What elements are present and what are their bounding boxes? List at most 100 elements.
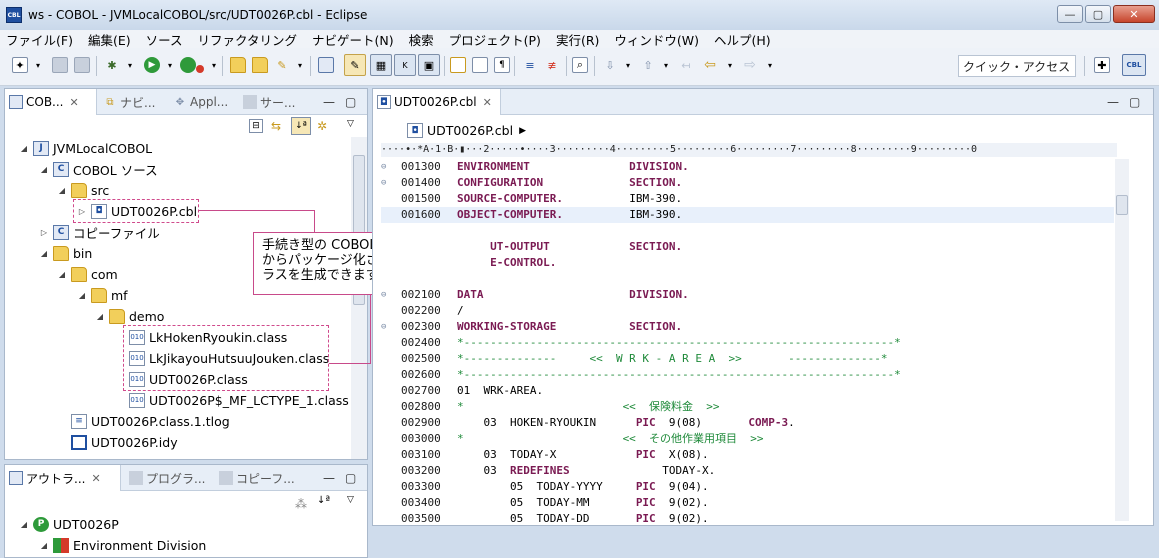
explorer-scrollbar[interactable] bbox=[351, 137, 367, 459]
maximize-view-icon[interactable]: ▢ bbox=[345, 95, 356, 109]
cobol-perspective-icon[interactable]: CBL bbox=[1122, 54, 1146, 76]
save-all-icon[interactable] bbox=[74, 57, 90, 73]
tab-program[interactable]: プログラ... bbox=[125, 465, 205, 491]
back-dropdown-icon[interactable]: ▾ bbox=[722, 57, 738, 73]
tree-item-project[interactable]: ◢ J JVMLocalCOBOL bbox=[19, 138, 152, 158]
tree-item-bin[interactable]: ◢ bin bbox=[39, 243, 92, 263]
menu-project[interactable]: プロジェクト(P) bbox=[449, 30, 541, 49]
expand-icon[interactable]: ◢ bbox=[57, 186, 67, 195]
code-line[interactable]: 003200 03 REDEFINES TODAY-X. bbox=[381, 463, 1114, 479]
close-icon[interactable]: ✕ bbox=[91, 472, 100, 485]
code-line[interactable] bbox=[381, 271, 1114, 287]
menu-search[interactable]: 検索 bbox=[409, 30, 434, 49]
tree-item-mf[interactable]: ◢ mf bbox=[77, 285, 128, 305]
code-line[interactable]: ⊖ 002100 DATA DIVISION. bbox=[381, 287, 1114, 303]
save-icon[interactable] bbox=[52, 57, 68, 73]
tab-servers[interactable]: サー... bbox=[239, 89, 295, 115]
search-file-icon[interactable]: ⌕ bbox=[572, 57, 588, 73]
code-line[interactable]: 002200 / bbox=[381, 303, 1114, 319]
chevron-right-icon[interactable]: ▶ bbox=[519, 126, 526, 136]
mark-occurrences-toggle-icon[interactable]: ✎ bbox=[344, 54, 366, 76]
tree-item-src[interactable]: ◢ src bbox=[57, 180, 109, 200]
tab-udt0026p-cbl[interactable]: ◘ UDT0026P.cbl ✕ bbox=[373, 89, 501, 115]
tree-item-idy[interactable]: UDT0026P.idy bbox=[71, 432, 178, 452]
code-line[interactable] bbox=[381, 223, 1114, 239]
menu-edit[interactable]: 編集(E) bbox=[88, 30, 131, 49]
menu-window[interactable]: ウィンドウ(W) bbox=[614, 30, 699, 49]
code-line[interactable]: ⊖ 002300 WORKING-STORAGE SECTION. bbox=[381, 319, 1114, 335]
outline-item-program[interactable]: ◢ P UDT0026P bbox=[19, 514, 119, 534]
menu-file[interactable]: ファイル(F) bbox=[6, 30, 73, 49]
block-selection-toggle-icon[interactable]: ▦ bbox=[370, 54, 392, 76]
new-icon[interactable]: ✦ bbox=[12, 57, 28, 73]
tab-navigator[interactable]: ⧉ ナビ... bbox=[99, 89, 155, 115]
fold-toggle-icon[interactable]: ⊖ bbox=[381, 175, 391, 191]
forward-icon[interactable]: ⇨ bbox=[742, 57, 758, 73]
numbered-list-icon[interactable]: ≡ bbox=[522, 57, 538, 73]
copybook-icon[interactable] bbox=[450, 57, 466, 73]
code-line[interactable]: ⊖ 001300 ENVIRONMENT DIVISION. bbox=[381, 159, 1114, 175]
expand-icon[interactable]: ◢ bbox=[39, 165, 49, 174]
external-tools-icon[interactable] bbox=[180, 57, 196, 73]
debug-icon[interactable]: ✱ bbox=[104, 57, 120, 73]
tab-application[interactable]: ✥ Appl... bbox=[169, 89, 228, 115]
sort-outline-icon[interactable]: ↓ª bbox=[317, 495, 330, 506]
code-line[interactable]: 002800 * << 保険料金 >> bbox=[381, 399, 1114, 415]
outline-item-environment-division[interactable]: ◢ Environment Division bbox=[39, 535, 206, 555]
minimize-editor-icon[interactable]: — bbox=[1107, 95, 1119, 109]
tree-item-demo[interactable]: ◢ demo bbox=[95, 306, 164, 326]
debug-dropdown-icon[interactable]: ▾ bbox=[122, 57, 138, 73]
code-line[interactable]: 001600 OBJECT-COMPUTER. IBM-390. bbox=[381, 207, 1114, 223]
view-menu-icon[interactable]: ▽ bbox=[347, 495, 354, 505]
expand-icon[interactable]: ◢ bbox=[77, 291, 87, 300]
show-whitespace-toggle-icon[interactable]: K bbox=[394, 54, 416, 76]
tree-item-cobol-source[interactable]: ◢ C COBOL ソース bbox=[39, 159, 158, 179]
menu-run[interactable]: 実行(R) bbox=[556, 30, 599, 49]
remove-sequence-icon[interactable]: ≢ bbox=[544, 57, 560, 73]
previous-annotation-dropdown-icon[interactable]: ▾ bbox=[658, 57, 674, 73]
view-menu-icon[interactable]: ▽ bbox=[347, 119, 361, 133]
menu-help[interactable]: ヘルプ(H) bbox=[714, 30, 771, 49]
menu-source[interactable]: ソース bbox=[146, 30, 183, 49]
tree-item-copy-files[interactable]: ▷ C コピーファイル bbox=[39, 222, 160, 242]
fold-toggle-icon[interactable]: ⊖ bbox=[381, 287, 391, 303]
expand-icon[interactable]: ◢ bbox=[39, 249, 49, 258]
tree-item-com[interactable]: ◢ com bbox=[57, 264, 118, 284]
sort-icon[interactable]: ↓ª bbox=[291, 117, 311, 135]
paragraph-icon[interactable]: ¶ bbox=[494, 57, 510, 73]
code-line[interactable]: ⊖ 001400 CONFIGURATION SECTION. bbox=[381, 175, 1114, 191]
code-editor[interactable]: ⊖ 001300 ENVIRONMENT DIVISION. ⊖ 001400 CONFI… bbox=[381, 159, 1114, 555]
expand-icon[interactable]: ◢ bbox=[19, 144, 29, 153]
fold-toggle-icon[interactable]: ⊖ bbox=[381, 319, 391, 335]
code-line[interactable]: E-CONTROL. bbox=[381, 255, 1114, 271]
console-icon[interactable] bbox=[318, 57, 334, 73]
code-line[interactable]: 003500 05 TODAY-DD PIC 9(02). bbox=[381, 511, 1114, 527]
previous-annotation-icon[interactable]: ⇧ bbox=[640, 57, 656, 73]
next-annotation-dropdown-icon[interactable]: ▾ bbox=[620, 57, 636, 73]
tab-outline[interactable]: アウトラ... ✕ bbox=[5, 465, 121, 491]
run-dropdown-icon[interactable]: ▾ bbox=[162, 57, 178, 73]
maximize-editor-icon[interactable]: ▢ bbox=[1129, 95, 1140, 109]
pin-icon[interactable]: ✎ bbox=[274, 57, 290, 73]
breadcrumb[interactable]: ◘ UDT0026P.cbl ▶ bbox=[407, 123, 526, 138]
outline-view-icon[interactable] bbox=[472, 57, 488, 73]
open-perspective-icon[interactable]: ✚ bbox=[1094, 57, 1110, 73]
expand-icon[interactable]: ◢ bbox=[57, 270, 67, 279]
maximize-view-icon[interactable]: ▢ bbox=[345, 471, 356, 485]
minimize-view-icon[interactable]: — bbox=[323, 471, 335, 485]
expand-icon[interactable]: ◢ bbox=[95, 312, 105, 321]
open-type-icon[interactable] bbox=[252, 57, 268, 73]
close-icon[interactable]: ✕ bbox=[483, 96, 492, 109]
back-icon[interactable]: ⇦ bbox=[702, 57, 718, 73]
code-line[interactable]: 003300 05 TODAY-YYYY PIC 9(04). bbox=[381, 479, 1114, 495]
expand-icon[interactable]: ▷ bbox=[39, 228, 49, 237]
code-line[interactable]: 002600 *---------------------------------… bbox=[381, 367, 1114, 383]
tab-copybook[interactable]: コピーフ... bbox=[215, 465, 295, 491]
external-tools-dropdown-icon[interactable]: ▾ bbox=[206, 57, 222, 73]
code-line[interactable]: 002700 01 WRK-AREA. bbox=[381, 383, 1114, 399]
collapse-all-icon[interactable]: ⊟ bbox=[249, 119, 263, 133]
editor-scrollbar[interactable] bbox=[1115, 159, 1129, 521]
group-icon[interactable]: ⁂ bbox=[295, 497, 307, 511]
code-line[interactable]: 003100 03 TODAY-X PIC X(08). bbox=[381, 447, 1114, 463]
next-annotation-icon[interactable]: ⇩ bbox=[602, 57, 618, 73]
